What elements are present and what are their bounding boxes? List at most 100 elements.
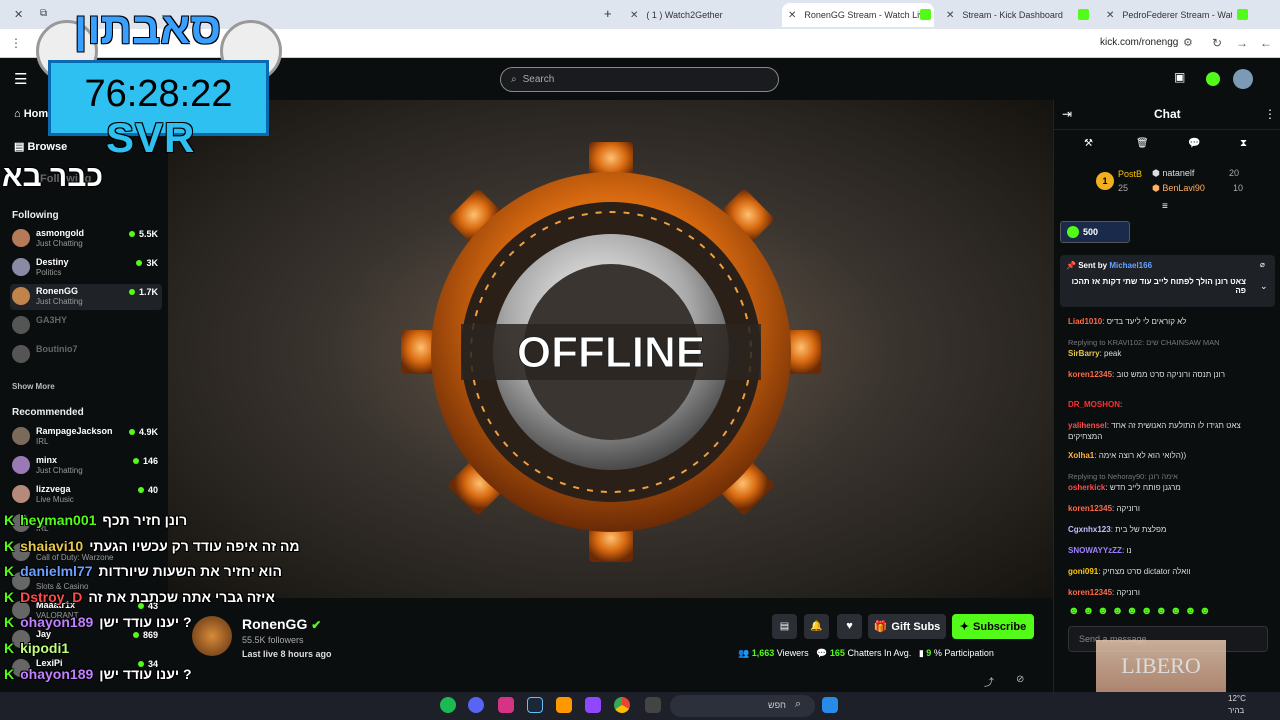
- leaderboard-user[interactable]: ⬢ natanelf: [1152, 168, 1194, 179]
- app-icon[interactable]: [556, 697, 572, 713]
- streamer-avatar[interactable]: [192, 616, 232, 656]
- chat-username[interactable]: koren12345: [1068, 370, 1112, 379]
- chat-message[interactable]: Replying to Nehoray90: אימה רונן osherkic…: [1068, 471, 1273, 493]
- notification-bell-icon[interactable]: 🔔: [804, 614, 829, 639]
- chat-username[interactable]: Cgxnhx123: [1068, 525, 1111, 534]
- chat-message[interactable]: Xolha1: הלואי הוא לא רוצה אימה)): [1068, 450, 1273, 461]
- channel-item[interactable]: asmongold Just Chatting 5.5K: [10, 226, 162, 252]
- chat-message[interactable]: goni091: סרט מצחיק dictator וואלה: [1068, 566, 1273, 577]
- chat-username[interactable]: yalihensel: [1068, 421, 1107, 430]
- close-icon[interactable]: ✕: [1106, 10, 1114, 21]
- chat-username[interactable]: SirBarry: [1068, 349, 1100, 358]
- chat-username[interactable]: koren12345: [1068, 588, 1112, 597]
- channel-item[interactable]: RampageJackson IRL 4.9K: [10, 424, 162, 450]
- kick-logo-icon[interactable]: [1206, 72, 1220, 86]
- gift-subs-label: Gift Subs: [891, 620, 941, 633]
- chat-message[interactable]: koren12345: ורוניקה: [1068, 503, 1273, 514]
- show-more-link[interactable]: Show More: [12, 382, 55, 391]
- chat-username[interactable]: koren12345: [1068, 504, 1112, 513]
- steam-icon[interactable]: [527, 697, 543, 713]
- expand-leaderboard-icon[interactable]: ≡: [1162, 201, 1168, 212]
- tab-label: RonenGG Stream - Watch Live: [804, 10, 929, 20]
- channel-viewers: 1.7K: [129, 287, 158, 297]
- following-header: Following: [12, 210, 59, 221]
- kick-icon: K: [4, 563, 15, 579]
- chat-message[interactable]: SNOWAYYzZZ: נו: [1068, 545, 1273, 556]
- user-avatar[interactable]: [1233, 69, 1253, 89]
- menu-icon[interactable]: ⋮: [10, 36, 22, 50]
- close-icon[interactable]: ✕: [946, 10, 954, 21]
- chat-message[interactable]: Replying to KRAVI102: שים CHAINSAW MAN Si…: [1068, 337, 1273, 359]
- mod-tool-icon[interactable]: ⚒: [1084, 138, 1093, 149]
- chat-bubble-icon[interactable]: 💬: [1188, 138, 1200, 149]
- chat-username[interactable]: Liad1010: [1068, 317, 1102, 326]
- video-player[interactable]: OFFLINE: [168, 100, 1053, 598]
- chat-message[interactable]: koren12345: רונן תנסה ורוניקה סרט ממש טו…: [1068, 369, 1273, 380]
- leaderboard-user[interactable]: PostB: [1118, 169, 1142, 179]
- reload-icon[interactable]: ↻: [1212, 36, 1222, 50]
- tab-close-icon[interactable]: ✕: [14, 8, 23, 21]
- close-icon[interactable]: ✕: [630, 10, 638, 21]
- trash-icon[interactable]: 🗑: [1136, 138, 1149, 149]
- kicks-pill[interactable]: 500: [1060, 221, 1130, 243]
- follow-heart-icon[interactable]: ♥: [837, 614, 862, 639]
- site-settings-icon[interactable]: ⚙: [1183, 36, 1193, 49]
- kick-icon: K: [4, 589, 15, 605]
- app-icon[interactable]: [498, 697, 514, 713]
- new-tab-icon[interactable]: +: [604, 6, 612, 21]
- channel-item[interactable]: Destiny Politics 3K: [10, 255, 162, 281]
- subscribe-button[interactable]: ✦ Subscribe: [952, 614, 1034, 639]
- hamburger-menu-icon[interactable]: ☰: [14, 70, 27, 88]
- chrome-icon[interactable]: [614, 697, 630, 713]
- chat-settings-icon[interactable]: ⋮: [1264, 107, 1276, 121]
- share-icon[interactable]: ⤴: [984, 674, 994, 689]
- streamer-name[interactable]: RonenGG ✔: [242, 616, 321, 632]
- chat-username[interactable]: Xolha1: [1068, 451, 1094, 460]
- chat-message[interactable]: koren12345: ורוניקה: [1068, 587, 1273, 598]
- back-icon[interactable]: ←: [1260, 36, 1272, 50]
- url-field[interactable]: kick.com/ronengg: [1100, 37, 1178, 48]
- gift-subs-button[interactable]: 🎁 Gift Subs: [868, 614, 946, 639]
- clip-button[interactable]: ▤: [772, 614, 797, 639]
- leaderboard-user[interactable]: ⬢ BenLavi90: [1152, 183, 1205, 194]
- chat-message[interactable]: DR_MOSHON:: [1068, 399, 1273, 410]
- windows-start-icon[interactable]: [822, 697, 838, 713]
- chat-message[interactable]: yalihensel: צאט תגידו לו התולעת האנושית …: [1068, 420, 1273, 442]
- chat-line: SirBarry: peak: [1068, 348, 1273, 359]
- channel-viewers: 3K: [136, 258, 158, 268]
- forward-icon[interactable]: →: [1236, 36, 1248, 50]
- channel-item[interactable]: lizzvega Live Music 40: [10, 482, 162, 508]
- pinned-message[interactable]: 📌 Sent by Michael166 צאט רונן הולך לפתוח…: [1060, 255, 1275, 307]
- unpin-icon[interactable]: ⌀: [1260, 260, 1265, 269]
- channel-item[interactable]: RonenGG Just Chatting 1.7K: [10, 284, 162, 310]
- file-explorer-icon[interactable]: [645, 697, 661, 713]
- tab-ronengg-stream[interactable]: ✕ RonenGG Stream - Watch Live: [782, 3, 934, 27]
- chat-message[interactable]: Cgxnhx123: מפלצת של בית: [1068, 524, 1273, 535]
- collapse-chat-icon[interactable]: ⇥: [1062, 107, 1072, 121]
- chevron-down-icon[interactable]: ⌄: [1260, 281, 1268, 292]
- participation-value: 9: [926, 648, 932, 658]
- taskbar-search[interactable]: חפש ⌕: [670, 695, 815, 717]
- inbox-icon[interactable]: ▣: [1174, 70, 1192, 88]
- chat-message[interactable]: Liad1010: לא קוראים לי ליעד בדיס: [1068, 316, 1273, 327]
- emote-bar[interactable]: ☻☻☻☻☻☻☻☻☻☻: [1068, 605, 1214, 617]
- tab-watch2gether[interactable]: ✕ ( 1 ) Watch2Gether: [624, 3, 774, 27]
- twitch-icon[interactable]: [585, 697, 601, 713]
- search-input[interactable]: ⌕ Search: [500, 67, 779, 92]
- channel-item[interactable]: GA3HY: [10, 313, 162, 339]
- chat-username[interactable]: SNOWAYYzZZ: [1068, 546, 1122, 555]
- nav-browse[interactable]: ▤ Browse: [14, 140, 67, 153]
- tab-pedrofederer[interactable]: ✕ PedroFederer Stream - Watch Live: [1100, 3, 1232, 27]
- close-icon[interactable]: ✕: [788, 10, 796, 21]
- chat-username[interactable]: osherkick: [1068, 483, 1105, 492]
- channel-avatar: [12, 229, 30, 247]
- channel-item[interactable]: Boutinio7: [10, 342, 162, 368]
- channel-item[interactable]: minx Just Chatting 146: [10, 453, 162, 479]
- discord-icon[interactable]: [468, 697, 484, 713]
- chat-username[interactable]: goni091: [1068, 567, 1098, 576]
- tab-kick-dashboard[interactable]: ✕ Stream - Kick Dashboard: [940, 3, 1075, 27]
- slow-mode-icon[interactable]: ⧗: [1240, 138, 1247, 149]
- hide-icon[interactable]: ⊘: [1016, 674, 1024, 685]
- chat-username[interactable]: DR_MOSHON: [1068, 400, 1120, 409]
- spotify-icon[interactable]: [440, 697, 456, 713]
